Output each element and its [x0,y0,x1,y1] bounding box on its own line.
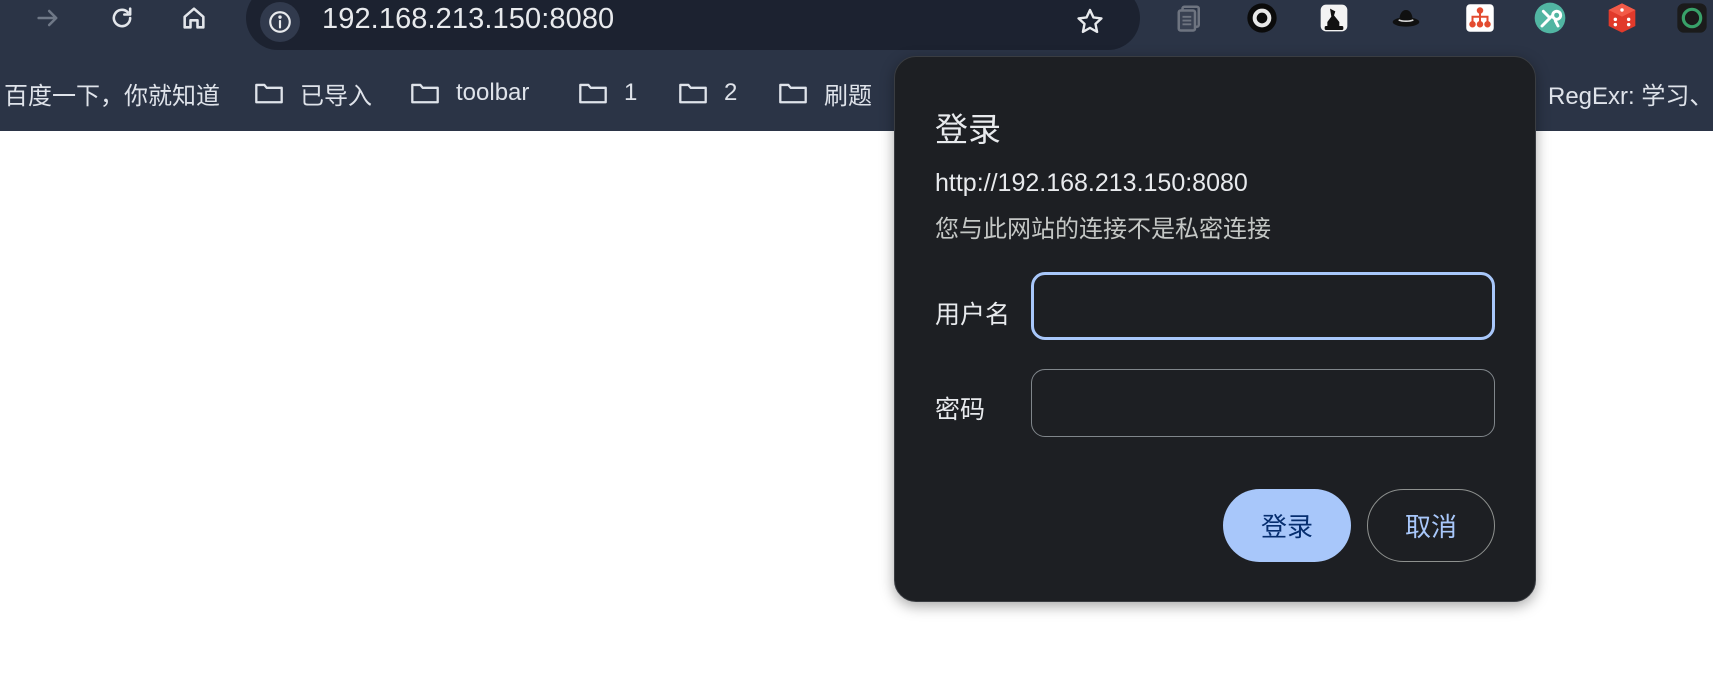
bookmark-star-button[interactable] [1070,2,1110,42]
chess-icon [1320,4,1348,32]
bookmark-regexr[interactable]: RegExr: 学习、 [1522,74,1713,112]
site-info-button[interactable] [260,2,300,42]
folder-icon [679,83,707,104]
login-button-label: 登录 [1260,512,1313,542]
reload-icon [112,7,132,28]
star-icon [1077,8,1103,34]
arrow-right-icon [37,9,58,27]
browser-toolbar: 192.168.213.150:8080 [0,0,1713,50]
password-input[interactable] [1031,369,1495,437]
layers-icon [1177,5,1200,32]
login-dialog: 登录 http://192.168.213.150:8080 您与此网站的连接不… [894,56,1536,602]
dice-icon [1608,3,1636,33]
extension-circle[interactable] [1676,2,1708,34]
folder-icon [255,83,283,104]
ring-icon [1247,3,1277,33]
username-label: 用户名 [935,301,1011,329]
extension-hat[interactable] [1390,2,1422,34]
home-icon [183,7,205,29]
folder-icon [579,83,607,104]
bookmark-label: RegExr: 学习、 [1548,82,1713,110]
folder-icon [779,83,807,104]
bookmark-label: 1 [624,79,638,106]
extension-layers[interactable] [1174,2,1206,34]
hat-icon [1392,10,1420,27]
extension-ring[interactable] [1246,2,1278,34]
address-bar[interactable]: 192.168.213.150:8080 [246,0,1140,50]
extension-dice[interactable] [1606,2,1638,34]
password-label: 密码 [935,396,986,424]
url-text[interactable]: 192.168.213.150:8080 [322,3,614,36]
bookmark-folder-2[interactable]: 2 [678,74,737,112]
connection-warning: 您与此网站的连接不是私密连接 [935,216,1271,243]
reload-button[interactable] [100,0,144,36]
bookmark-label: 2 [724,79,738,106]
bookmark-label: 百度一下，你就知道 [4,82,220,110]
bookmark-folder-1[interactable]: 1 [578,74,637,112]
login-button[interactable]: 登录 [1223,489,1351,562]
folder-icon [411,83,439,104]
bookmark-baidu[interactable]: 百度一下，你就知道 [4,74,220,112]
username-input[interactable] [1031,272,1495,340]
circle-icon [1677,3,1707,33]
tools-icon [1534,2,1566,34]
dialog-origin: http://192.168.213.150:8080 [935,169,1248,197]
forward-button[interactable] [26,0,70,36]
home-button[interactable] [172,0,216,36]
extension-sitemap[interactable] [1464,2,1496,34]
bookmark-label: toolbar [456,79,530,106]
cancel-button[interactable]: 取消 [1367,489,1495,562]
cancel-button-label: 取消 [1404,512,1457,542]
info-icon [269,11,291,33]
sitemap-icon [1466,4,1494,32]
bookmark-folder-toolbar[interactable]: toolbar [410,74,529,112]
bookmark-folder-imported[interactable]: 已导入 [254,74,372,112]
extension-tools[interactable] [1534,2,1566,34]
extension-chess[interactable] [1318,2,1350,34]
bookmark-folder-shuati[interactable]: 刷题 [778,74,872,112]
bookmark-label: 已导入 [300,82,372,110]
bookmark-label: 刷题 [824,82,872,110]
dialog-title: 登录 [935,111,1001,148]
